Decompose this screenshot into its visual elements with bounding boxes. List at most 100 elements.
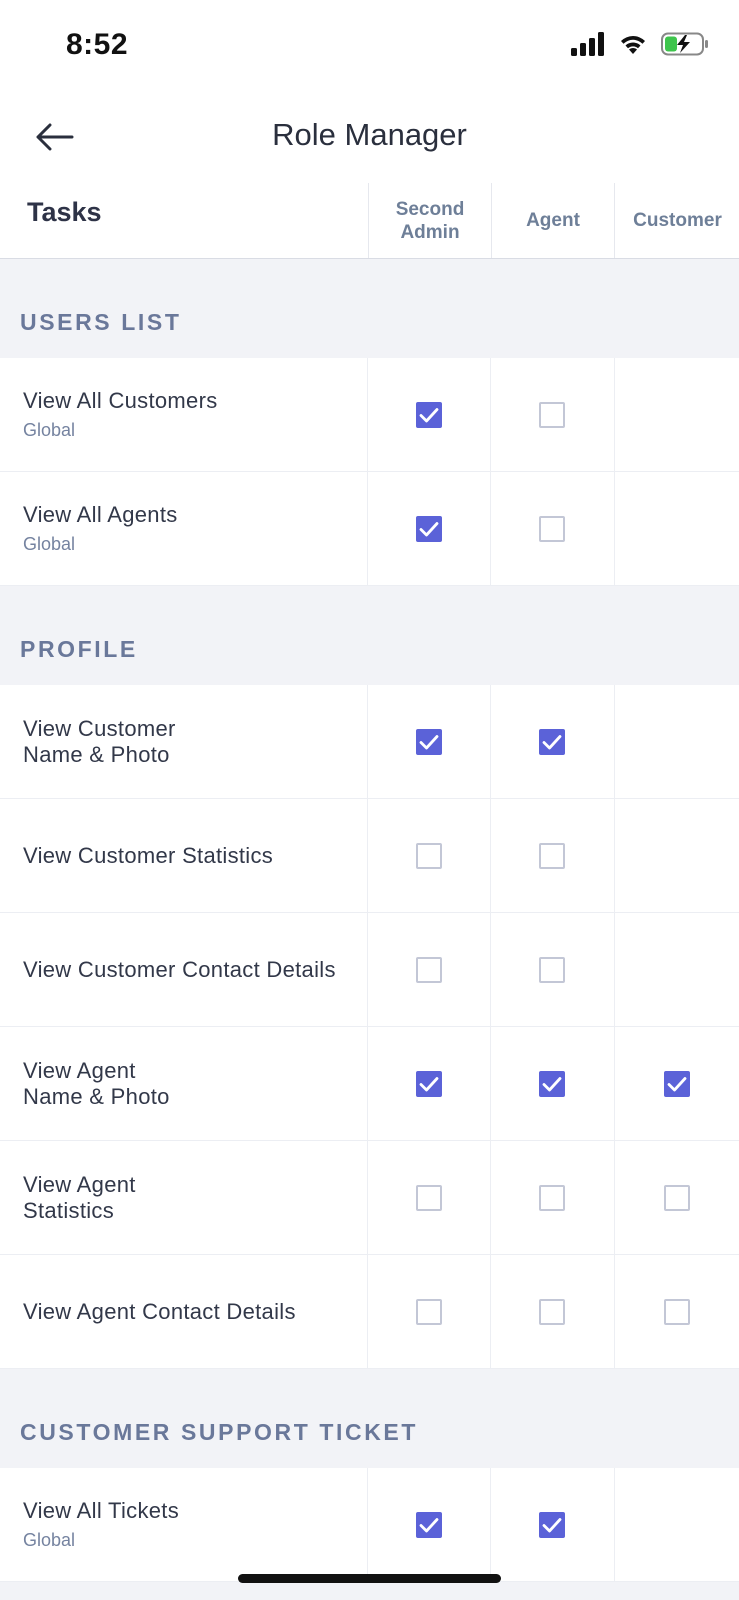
checkmark-icon (419, 1517, 439, 1532)
checkbox-customer[interactable] (663, 1070, 690, 1097)
checkmark-icon (542, 1076, 562, 1091)
permission-cell-agent (490, 1468, 613, 1581)
permission-cell-agent (490, 472, 613, 585)
checkbox-agent[interactable] (539, 1298, 566, 1325)
checkmark-icon (419, 521, 439, 536)
checkbox-second-admin[interactable] (415, 728, 442, 755)
section-title: USERS LIST (20, 309, 182, 335)
checkbox-second-admin[interactable] (415, 956, 442, 983)
permission-cell-second-admin (366, 1255, 490, 1368)
checkmark-icon (667, 1076, 687, 1091)
cellular-signal-icon (571, 32, 604, 56)
wifi-icon (621, 36, 645, 54)
permission-cell-agent (490, 799, 613, 912)
checkmark-icon (419, 734, 439, 749)
column-second-admin: Second Admin (368, 183, 491, 258)
section-header: PROFILE (0, 586, 739, 685)
permission-cell-customer (613, 1141, 739, 1254)
task-name: View Agent Name & Photo (23, 1057, 170, 1109)
checkbox-agent[interactable] (539, 1070, 566, 1097)
table-row: View All Agents Global (0, 472, 739, 586)
checkbox-customer[interactable] (663, 1298, 690, 1325)
checkbox-agent[interactable] (539, 728, 566, 755)
permission-cell-agent (490, 685, 613, 798)
task-name: View Agent Statistics (23, 1171, 136, 1223)
permission-cell-second-admin (366, 1468, 490, 1581)
status-icons (571, 32, 709, 56)
checkbox-agent[interactable] (539, 956, 566, 983)
checkbox-second-admin[interactable] (415, 1184, 442, 1211)
task-name: View All Tickets (23, 1498, 180, 1523)
checkbox-second-admin[interactable] (415, 401, 442, 428)
checkbox-agent[interactable] (539, 401, 566, 428)
permission-cell-customer (613, 358, 739, 471)
tasks-column-label: Tasks (27, 197, 102, 227)
checkbox-customer[interactable] (663, 1184, 690, 1211)
checkbox-second-admin[interactable] (415, 1298, 442, 1325)
permission-cell-second-admin (366, 799, 490, 912)
permission-cell-second-admin (366, 358, 490, 471)
task-name: View Customer Name & Photo (23, 715, 176, 767)
task-cell: View Agent Statistics (0, 1141, 367, 1254)
checkmark-icon (542, 1517, 562, 1532)
status-time: 8:52 (66, 28, 129, 61)
battery-charging-icon (661, 32, 708, 56)
permission-cell-customer (613, 799, 739, 912)
table-row: View Agent Contact Details (0, 1255, 739, 1369)
checkmark-icon (419, 1076, 439, 1091)
task-name: View All Agents (23, 502, 178, 527)
task-name: View Customer Contact Details (23, 956, 336, 982)
task-cell: View Agent Contact Details (0, 1255, 367, 1368)
permissions-table: USERS LIST View All Customers Global View A… (0, 259, 739, 1582)
table-row: View Customer Contact Details (0, 913, 739, 1027)
permission-cell-customer (613, 913, 739, 1026)
checkmark-icon (542, 734, 562, 749)
home-indicator (238, 1574, 501, 1583)
task-scope: Global (23, 1530, 76, 1550)
permission-cell-second-admin (366, 1027, 490, 1140)
table-row: View Agent Name & Photo (0, 1027, 739, 1141)
task-cell: View All Customers Global (0, 358, 367, 471)
permission-cell-agent (490, 1141, 613, 1254)
task-cell: View Agent Name & Photo (0, 1027, 367, 1140)
table-row: View Agent Statistics (0, 1141, 739, 1255)
task-scope: Global (23, 534, 76, 554)
table-row: View All Customers Global (0, 358, 739, 472)
task-cell: View Customer Statistics (0, 799, 367, 912)
nav-bar: Role Manager (0, 95, 739, 184)
permission-cell-customer (613, 1255, 739, 1368)
task-cell: View All Agents Global (0, 472, 367, 585)
column-agent: Agent (491, 183, 614, 258)
checkbox-agent[interactable] (539, 1184, 566, 1211)
status-bar: 8:52 (0, 0, 739, 95)
permission-cell-second-admin (366, 913, 490, 1026)
checkbox-second-admin[interactable] (415, 1511, 442, 1538)
checkbox-second-admin[interactable] (415, 842, 442, 869)
table-row: View All Tickets Global (0, 1468, 739, 1582)
task-name: View All Customers (23, 388, 218, 413)
checkbox-agent[interactable] (539, 842, 566, 869)
table-row: View Customer Statistics (0, 799, 739, 913)
permission-cell-second-admin (366, 472, 490, 585)
task-name: View Agent Contact Details (23, 1298, 296, 1324)
permission-cell-second-admin (366, 685, 490, 798)
section-title: PROFILE (20, 636, 138, 662)
permission-cell-agent (490, 358, 613, 471)
permission-cell-agent (490, 913, 613, 1026)
task-cell: View All Tickets Global (0, 1468, 367, 1581)
column-header: Tasks Second Admin Agent Customer (0, 183, 739, 260)
table-row: View Customer Name & Photo (0, 685, 739, 799)
permission-cell-customer (613, 1027, 739, 1140)
checkbox-agent[interactable] (539, 515, 566, 542)
task-scope: Global (23, 420, 76, 440)
section-title: CUSTOMER SUPPORT TICKET (20, 1419, 419, 1445)
permission-cell-agent (490, 1027, 613, 1140)
permission-cell-customer (613, 1468, 739, 1581)
permission-cell-customer (613, 685, 739, 798)
checkbox-second-admin[interactable] (415, 1070, 442, 1097)
page-title: Role Manager (272, 117, 467, 152)
permission-cell-customer (613, 472, 739, 585)
checkbox-agent[interactable] (539, 1511, 566, 1538)
column-customer: Customer (614, 183, 739, 258)
checkbox-second-admin[interactable] (415, 515, 442, 542)
